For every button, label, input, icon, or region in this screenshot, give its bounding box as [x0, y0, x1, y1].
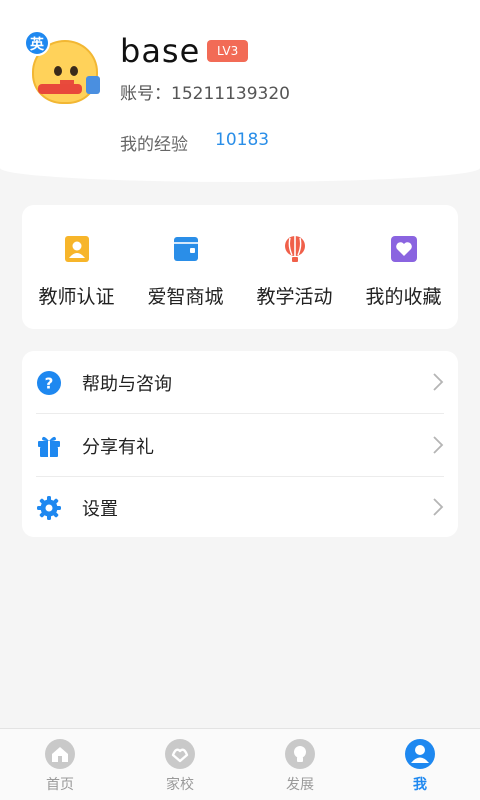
tab-home[interactable]: 首页 [0, 729, 120, 800]
menu-item-help[interactable]: ? 帮助与咨询 [22, 351, 458, 413]
account-number: 账号：15211139320 [120, 79, 290, 104]
level-badge: LV3 [207, 40, 249, 62]
balloon-icon [285, 236, 305, 262]
question-icon: ? [37, 371, 61, 395]
quick-actions-card: 教师认证 爱智商城 教学活动 我的收藏 [22, 205, 458, 329]
avatar-scarf [38, 84, 82, 94]
tab-label: 首页 [46, 777, 74, 793]
quick-action-teaching-activity[interactable]: 教学活动 [240, 205, 349, 329]
chevron-right-icon [433, 436, 444, 454]
experience-label: 我的经验 [120, 135, 188, 155]
tab-label: 我 [413, 777, 427, 793]
avatar-eye-right [70, 66, 78, 76]
gear-icon [37, 496, 61, 520]
svg-text:?: ? [45, 375, 54, 393]
gift-icon [38, 436, 60, 457]
heart-favorite-icon [391, 236, 417, 262]
tab-label: 发展 [286, 777, 314, 793]
quick-action-shop[interactable]: 爱智商城 [131, 205, 240, 329]
avatar[interactable]: 英 [24, 30, 102, 108]
home-school-icon [165, 739, 195, 769]
user-icon [405, 739, 435, 769]
tab-development[interactable]: 发展 [240, 729, 360, 800]
menu-item-share[interactable]: 分享有礼 [22, 414, 458, 476]
quick-action-label: 教师认证 [38, 286, 115, 308]
quick-action-label: 爱智商城 [147, 286, 224, 308]
wallet-shop-icon [174, 237, 198, 261]
chevron-right-icon [433, 373, 444, 391]
profile-header: 英 base LV3 账号：15211139320 我的经验 10183 [0, 0, 480, 182]
quick-action-label: 我的收藏 [365, 286, 442, 308]
account-value: 15211139320 [171, 84, 290, 104]
tab-home-school[interactable]: 家校 [120, 729, 240, 800]
avatar-eye-left [54, 66, 62, 76]
experience-value[interactable]: 10183 [215, 130, 269, 150]
tab-label: 家校 [166, 777, 194, 793]
account-label: 账号： [120, 84, 171, 104]
avatar-bag [86, 76, 100, 94]
menu-item-label: 设置 [82, 499, 118, 520]
bottom-tab-bar: 首页 家校 发展 我 [0, 728, 480, 800]
home-icon [45, 739, 75, 769]
subject-badge: 英 [24, 30, 50, 56]
menu-item-settings[interactable]: 设置 [22, 476, 458, 538]
menu-item-label: 分享有礼 [82, 437, 154, 458]
quick-action-label: 教学活动 [256, 286, 333, 308]
lightbulb-icon [285, 739, 315, 769]
chevron-right-icon [433, 498, 444, 516]
teacher-certification-icon [65, 236, 89, 262]
menu-card: ? 帮助与咨询 分享有礼 设置 [22, 351, 458, 537]
tab-me[interactable]: 我 [360, 729, 480, 800]
quick-action-teacher-certification[interactable]: 教师认证 [22, 205, 131, 329]
menu-item-label: 帮助与咨询 [82, 374, 172, 395]
quick-action-my-favorites[interactable]: 我的收藏 [349, 205, 458, 329]
username: base [120, 32, 201, 70]
